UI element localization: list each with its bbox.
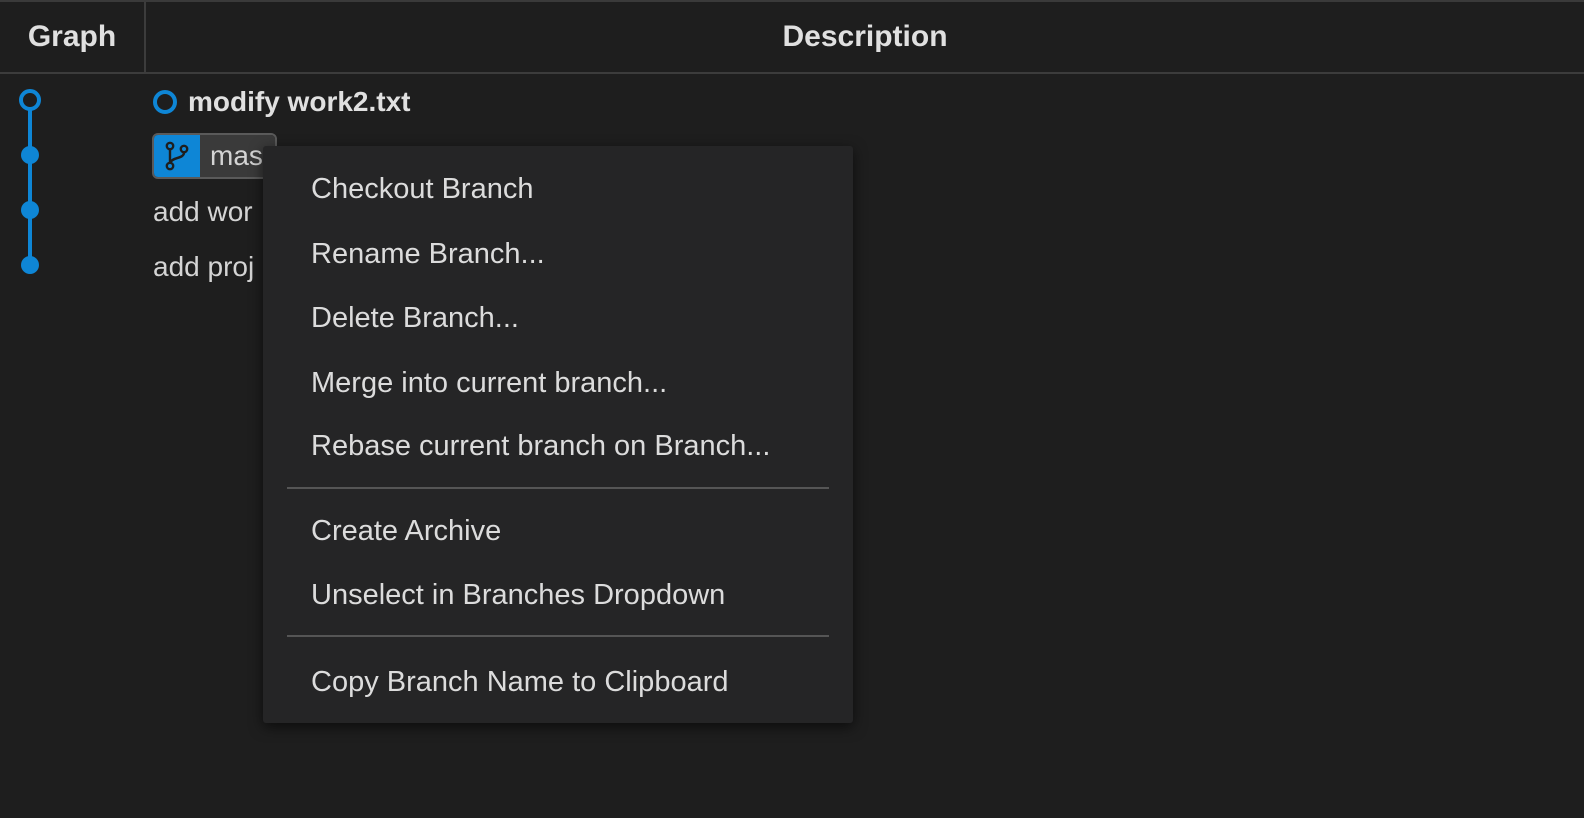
commit-message: modify work2.txt [188,86,411,117]
branch-ref-master[interactable]: mas [152,133,277,179]
menu-item-copy-branch-name[interactable]: Copy Branch Name to Clipboard [311,664,728,700]
commit-node [21,256,39,274]
git-branch-icon [154,135,200,177]
commit-row[interactable]: add proj [153,251,254,283]
commit-node-head [19,89,41,111]
commit-node [21,146,39,164]
menu-item-create-archive[interactable]: Create Archive [311,513,501,549]
commit-row[interactable]: add wor [153,196,253,228]
menu-item-rebase-on-branch[interactable]: Rebase current branch on Branch... [311,428,770,464]
menu-item-rename-branch[interactable]: Rename Branch... [311,236,545,272]
menu-separator [287,487,829,489]
menu-separator [287,635,829,637]
branch-context-menu: Checkout Branch Rename Branch... Delete … [263,146,853,723]
commit-node [21,201,39,219]
graph-column-header[interactable]: Graph [0,2,144,72]
description-column-header[interactable]: Description [146,2,1584,72]
menu-item-unselect-in-dropdown[interactable]: Unselect in Branches Dropdown [311,577,725,613]
menu-item-delete-branch[interactable]: Delete Branch... [311,300,519,336]
git-graph-view: Graph Description modify work2.txt mas a… [0,0,1584,818]
commit-row-head[interactable]: modify work2.txt [153,84,410,120]
menu-item-checkout-branch[interactable]: Checkout Branch [311,171,533,207]
menu-item-merge-into-current[interactable]: Merge into current branch... [311,365,667,401]
table-header: Graph Description [0,2,1584,74]
head-commit-ring-icon [153,90,177,114]
commit-graph [19,89,41,274]
